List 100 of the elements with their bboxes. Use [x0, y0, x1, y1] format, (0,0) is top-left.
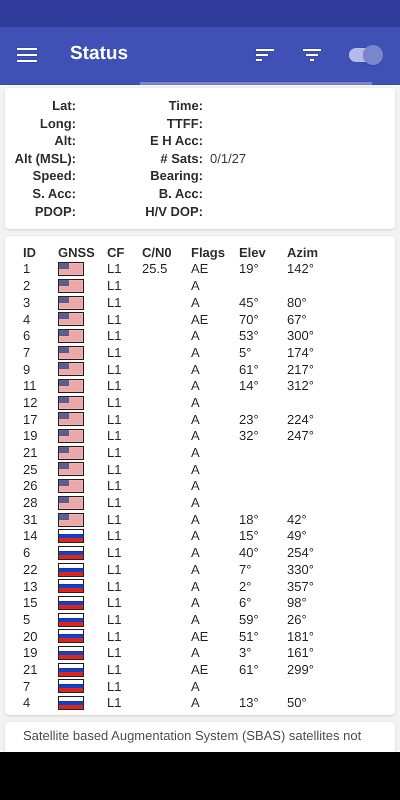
- sort-icon[interactable]: [256, 48, 274, 60]
- table-cell-text: 2°: [239, 578, 252, 596]
- field-label: # Sats:: [160, 150, 203, 168]
- column-header: CF: [107, 244, 126, 262]
- field-label: Speed:: [32, 167, 76, 185]
- table-cell-text: L1: [107, 260, 122, 278]
- table-cell-text: A: [191, 444, 200, 462]
- striped-flag-icon: [58, 512, 84, 526]
- table-cell-text: L1: [107, 694, 122, 712]
- table-cell-text: 6: [23, 327, 30, 346]
- table-cell-text: A: [191, 644, 200, 662]
- striped-flag-icon: [58, 479, 84, 494]
- tricolor-flag-icon: [58, 679, 84, 694]
- table-cell-text: 161°: [287, 644, 314, 662]
- table-cell-text: 3°: [239, 644, 252, 662]
- table-cell-text: A: [191, 510, 200, 529]
- app-title: Status: [70, 42, 128, 66]
- table-cell-text: A: [191, 394, 200, 412]
- table-cell-text: 299°: [287, 660, 314, 679]
- table-cell-text: L1: [107, 610, 122, 629]
- table-cell-text: L1: [107, 327, 122, 346]
- table-cell-text: 5°: [239, 344, 252, 362]
- table-cell-text: A: [191, 527, 200, 546]
- table-cell-text: L1: [107, 377, 122, 396]
- table-cell-text: 28: [23, 494, 38, 512]
- striped-flag-icon: [58, 262, 84, 276]
- table-cell-text: AE: [191, 628, 208, 646]
- table-cell-text: 6: [23, 544, 30, 562]
- tricolor-flag-icon: [58, 629, 84, 644]
- filter-icon[interactable]: [303, 48, 321, 60]
- table-cell-text: 312°: [287, 377, 314, 396]
- table-cell-text: 59°: [239, 610, 259, 629]
- table-cell-text: L1: [107, 527, 122, 546]
- table-cell-text: L1: [107, 578, 122, 596]
- table-cell-text: 21: [23, 660, 38, 679]
- field-label: Lat:: [52, 97, 76, 115]
- table-cell-text: 11: [23, 377, 36, 396]
- table-cell-text: 25: [23, 460, 38, 479]
- table-cell-text: 142°: [287, 260, 314, 278]
- table-cell-text: 18°: [239, 510, 259, 529]
- table-cell-text: 32°: [239, 427, 259, 446]
- table-cell-text: L1: [107, 678, 122, 696]
- tricolor-flag-icon: [58, 612, 84, 627]
- table-cell-text: A: [191, 477, 200, 496]
- table-cell-text: 217°: [287, 360, 314, 379]
- table-cell-text: L1: [107, 544, 122, 562]
- striped-flag-icon: [58, 496, 84, 510]
- table-cell-text: L1: [107, 410, 122, 429]
- table-cell-text: AE: [191, 660, 208, 679]
- column-header: Flags: [191, 244, 226, 262]
- menu-icon[interactable]: [17, 48, 37, 62]
- table-cell-text: 26°: [287, 610, 307, 629]
- striped-flag-icon: [58, 362, 84, 376]
- table-cell-text: L1: [107, 394, 122, 412]
- table-cell-text: 31: [23, 510, 38, 529]
- column-header: Elev: [239, 244, 267, 262]
- table-cell-text: 15°: [239, 527, 259, 546]
- table-cell-text: 23°: [239, 410, 259, 429]
- field-value: 0/1/27: [210, 150, 248, 168]
- table-cell-text: A: [191, 694, 200, 712]
- field-label: TTFF:: [166, 114, 203, 132]
- table-cell-text: 1: [23, 260, 30, 278]
- toggle-switch[interactable]: [349, 44, 383, 64]
- table-cell-text: 4: [23, 694, 30, 712]
- table-cell-text: 14°: [239, 377, 259, 396]
- table-cell-text: 61°: [239, 360, 259, 379]
- table-cell-text: AE: [191, 310, 208, 328]
- table-cell-text: 247°: [287, 427, 314, 446]
- table-cell-text: A: [191, 344, 200, 362]
- striped-flag-icon: [58, 462, 84, 476]
- table-cell-text: 17: [23, 410, 38, 429]
- table-cell-text: A: [191, 678, 200, 696]
- field-label: Long:: [40, 114, 76, 132]
- tricolor-flag-icon: [58, 646, 84, 660]
- table-cell-text: 42°: [287, 510, 307, 529]
- table-cell-text: 80°: [287, 294, 307, 312]
- table-cell-text: L1: [107, 360, 122, 379]
- table-cell-text: L1: [107, 477, 122, 496]
- table-cell-text: 330°: [287, 560, 314, 579]
- column-header: Azim: [287, 244, 320, 262]
- table-cell-text: A: [191, 294, 200, 312]
- column-header: GNSS: [58, 244, 96, 262]
- tricolor-flag-icon: [58, 562, 84, 577]
- table-cell-text: 12: [23, 394, 38, 412]
- striped-flag-icon: [58, 328, 84, 343]
- table-cell-text: L1: [107, 510, 122, 529]
- table-cell-text: 15: [23, 594, 38, 612]
- table-cell-text: AE: [191, 260, 208, 278]
- field-label: E H Acc:: [150, 132, 203, 150]
- table-cell-text: 98°: [287, 594, 307, 612]
- table-cell-text: L1: [107, 427, 122, 446]
- table-cell-text: L1: [107, 494, 122, 512]
- table-cell-text: L1: [107, 644, 122, 662]
- table-cell-text: 300°: [287, 327, 314, 346]
- tricolor-flag-icon: [58, 596, 84, 610]
- table-cell-text: L1: [107, 560, 122, 579]
- table-cell-text: A: [191, 427, 200, 446]
- table-cell-text: 40°: [239, 544, 259, 562]
- field-label: S. Acc:: [32, 184, 76, 203]
- table-cell-text: 67°: [287, 310, 307, 328]
